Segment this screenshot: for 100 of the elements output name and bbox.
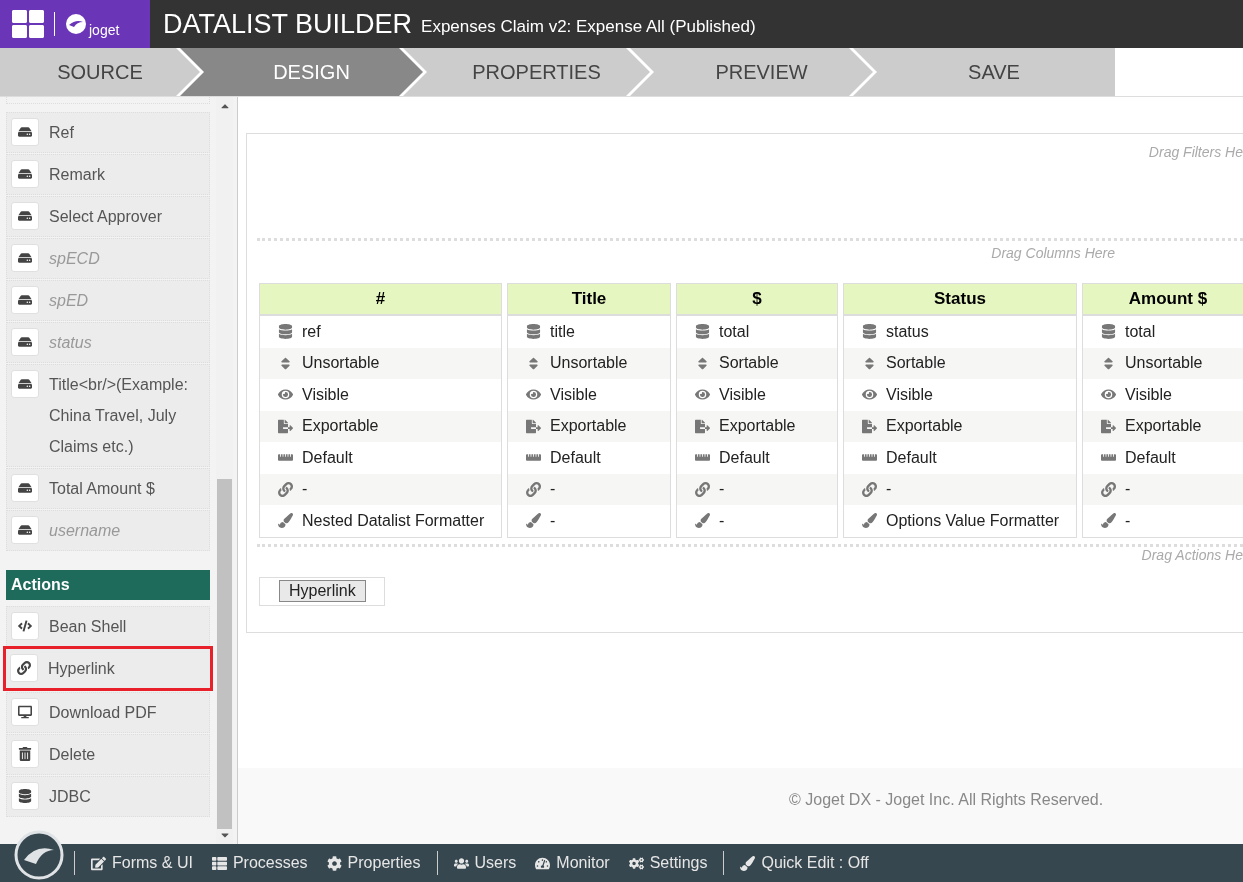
property-value: Exportable — [1125, 417, 1202, 436]
brush-icon — [740, 855, 756, 871]
nav-link[interactable]: Quick Edit : Off — [740, 854, 869, 872]
column-card[interactable]: Title title Unsortable Visible Exportable Default - - — [507, 283, 671, 538]
action-label: Download PDF — [49, 703, 158, 723]
action-label: Delete — [49, 745, 97, 765]
property-value: total — [719, 322, 750, 341]
action-item[interactable]: JDBC — [6, 776, 210, 817]
action-item[interactable]: Hyperlink — [3, 646, 213, 691]
property-value: - — [719, 480, 725, 499]
action-label: Hyperlink — [48, 659, 116, 679]
nav-link[interactable]: Processes — [211, 854, 308, 872]
property-value: Exportable — [550, 417, 627, 436]
field-label: username — [49, 521, 122, 541]
code-icon — [11, 612, 39, 640]
drive-icon — [11, 328, 39, 356]
eye-icon — [693, 387, 711, 403]
brush-icon — [276, 513, 294, 529]
property-value: Visible — [719, 385, 766, 404]
property-value: Default — [886, 448, 937, 467]
field-item[interactable]: Title<br/>(Example: China Travel, July Claims etc.) — [6, 364, 210, 467]
field-item[interactable] — [6, 97, 210, 104]
column-card[interactable]: Amount $ total Unsortable Visible Exportable Default - - — [1082, 283, 1243, 538]
drive-icon — [11, 244, 39, 272]
property-value: Default — [550, 448, 601, 467]
field-item[interactable]: Total Amount $ — [6, 468, 210, 509]
settings-icon — [628, 855, 644, 871]
drive-icon — [11, 202, 39, 230]
eye-icon — [276, 387, 294, 403]
property-value: - — [1125, 511, 1131, 530]
property-value: title — [550, 322, 575, 341]
property-value: total — [1125, 322, 1156, 341]
column-card[interactable]: # ref Unsortable Visible Exportable Default - Nested Datalist Formatter — [259, 283, 502, 538]
brand-name: joget — [89, 22, 120, 38]
drive-icon — [11, 118, 39, 146]
nav-link[interactable]: Users — [453, 854, 517, 872]
logo-icon — [65, 13, 87, 35]
property-value: Visible — [550, 385, 597, 404]
database-icon — [276, 324, 294, 340]
step-tab[interactable]: SAVE — [851, 48, 1115, 96]
section-header: Actions — [6, 570, 210, 600]
column-header: Amount $ — [1083, 284, 1243, 316]
property-value: Unsortable — [302, 354, 380, 373]
field-label: Select Approver — [49, 207, 163, 227]
link-icon — [524, 481, 542, 497]
link-icon — [10, 654, 38, 682]
page-subtitle: Expenses Claim v2: Expense All (Published) — [421, 17, 756, 37]
field-item[interactable]: Ref — [6, 112, 210, 153]
grid-icon[interactable] — [12, 8, 44, 40]
column-header: Title — [508, 284, 670, 316]
action-label: Bean Shell — [49, 617, 128, 637]
page-title: DATALIST BUILDER — [163, 8, 413, 40]
brush-icon — [693, 513, 711, 529]
export-icon — [1099, 418, 1117, 434]
property-value: - — [719, 511, 725, 530]
drop-hint: Drag Columns Here — [990, 245, 1116, 261]
column-card[interactable]: Status status Sortable Visible Exportable Default - Options Value Formatter — [843, 283, 1077, 538]
export-icon — [276, 418, 294, 434]
step-tab[interactable]: SOURCE — [0, 48, 200, 96]
field-item[interactable]: Remark — [6, 154, 210, 195]
property-value: - — [550, 511, 556, 530]
step-tab[interactable]: PROPERTIES — [401, 48, 650, 96]
settings-icon — [326, 855, 342, 871]
action-item[interactable]: Download PDF — [6, 692, 210, 733]
link-icon — [860, 481, 878, 497]
nav-link[interactable]: Properties — [326, 854, 421, 872]
hyperlink-button[interactable]: Hyperlink — [279, 580, 366, 602]
monitor-icon — [11, 698, 39, 726]
edit-icon — [91, 855, 106, 871]
property-value: Exportable — [886, 417, 963, 436]
nav-link[interactable]: Forms & UI — [91, 854, 193, 872]
field-item[interactable]: Select Approver — [6, 196, 210, 237]
nav-link[interactable]: Settings — [628, 854, 708, 872]
step-tab[interactable]: PREVIEW — [628, 48, 873, 96]
drop-hint: Drag Filters He — [1147, 144, 1243, 160]
action-item[interactable]: Bean Shell — [6, 606, 210, 647]
property-value: Visible — [302, 385, 349, 404]
property-value: Exportable — [302, 417, 379, 436]
export-icon — [693, 418, 711, 434]
property-value: Visible — [886, 385, 933, 404]
drive-icon — [11, 286, 39, 314]
action-item[interactable]: Delete — [6, 734, 210, 775]
column-header: Status — [844, 284, 1076, 316]
eye-icon — [1099, 387, 1117, 403]
property-value: Sortable — [886, 354, 946, 373]
link-icon — [276, 481, 294, 497]
nav-link[interactable]: Monitor — [535, 854, 610, 872]
drive-icon — [11, 370, 39, 398]
column-card[interactable]: $ total Sortable Visible Exportable Default - - — [676, 283, 838, 538]
field-label: spED — [49, 291, 90, 311]
list-icon — [211, 855, 227, 871]
field-label: Total Amount $ — [49, 479, 156, 499]
property-value: Unsortable — [1125, 354, 1203, 373]
field-label: Title<br/>(Example: China Travel, July Claims etc.) — [49, 375, 189, 457]
property-value: ref — [302, 322, 321, 341]
step-tab[interactable]: DESIGN — [178, 48, 423, 96]
emblem-icon[interactable] — [14, 830, 64, 880]
brush-icon — [1099, 513, 1117, 529]
link-icon — [693, 481, 711, 497]
link-icon — [1099, 481, 1117, 497]
